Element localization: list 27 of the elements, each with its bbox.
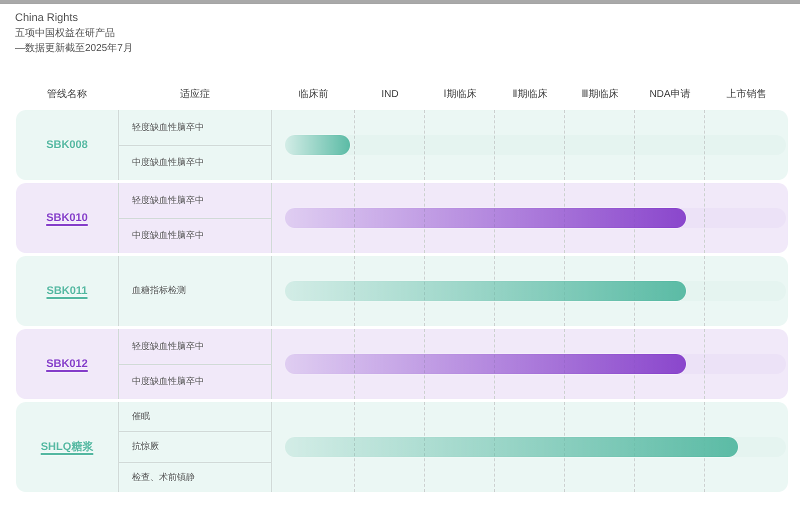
indication-text: 中度缺血性脑卒中	[132, 229, 204, 242]
product-link[interactable]: SBK010	[46, 210, 88, 226]
indication-text: 轻度缺血性脑卒中	[132, 120, 204, 134]
column-header: Ⅲ期临床	[582, 88, 618, 102]
indication-text: 中度缺血性脑卒中	[132, 156, 204, 169]
title: China Rights	[15, 11, 78, 26]
subtitle: 五项中国权益在研产品	[15, 26, 115, 41]
column-header: 临床前	[298, 88, 328, 102]
product-link[interactable]: SHLQ糖浆	[40, 438, 94, 456]
column-header: IND	[381, 88, 399, 102]
indication-text: 轻度缺血性脑卒中	[132, 340, 204, 352]
product-link[interactable]: SBK011	[46, 282, 88, 300]
column-header: Ⅰ期临床	[444, 88, 476, 102]
column-header: 管线名称	[47, 88, 87, 102]
column-header: Ⅱ期临床	[512, 88, 548, 102]
indication-text: 血糖指标检测	[132, 284, 186, 298]
indication-text: 检查、术前镇静	[132, 470, 195, 484]
product-link[interactable]: SBK012	[46, 356, 88, 372]
indication-text: 抗惊厥	[132, 440, 159, 454]
column-header: NDA申请	[649, 88, 691, 102]
indication-text: 中度缺血性脑卒中	[132, 375, 204, 388]
note: —数据更新截至2025年7月	[15, 42, 133, 56]
indication-text: 轻度缺血性脑卒中	[132, 194, 204, 206]
column-header: 上市销售	[726, 88, 766, 102]
product-link[interactable]: SBK008	[46, 136, 88, 154]
column-header: 适应症	[180, 88, 210, 102]
indication-text: 催眠	[132, 410, 150, 423]
